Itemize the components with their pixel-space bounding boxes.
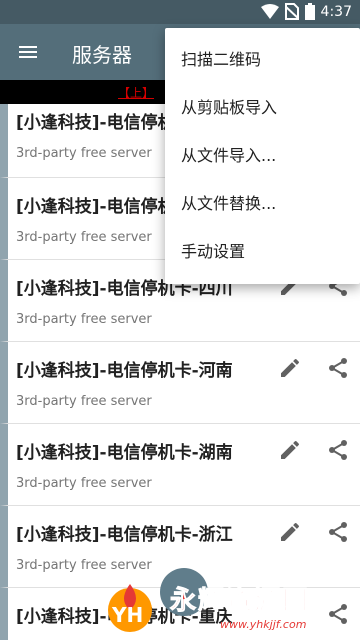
server-subtitle: 3rd-party free server: [16, 558, 152, 573]
page-title: 服务器: [72, 43, 132, 67]
no-sim-icon: [284, 3, 299, 20]
watermark-url: www.yhkjjf.com: [220, 618, 307, 631]
watermark-text: 永辉资源网: [169, 586, 311, 617]
server-subtitle: 3rd-party free server: [16, 394, 152, 409]
menu-item-scan-qr[interactable]: 扫描二维码: [165, 36, 360, 84]
edit-icon[interactable]: [278, 520, 302, 544]
menu-item-replace-file[interactable]: 从文件替换...: [165, 180, 360, 228]
hamburger-menu-icon[interactable]: [16, 40, 40, 64]
server-subtitle: 3rd-party free server: [16, 230, 152, 245]
share-icon[interactable]: [326, 356, 350, 380]
server-subtitle: 3rd-party free server: [16, 312, 152, 327]
notice-text: 【上】: [118, 86, 155, 100]
watermark: YH 永辉资源网 www.yhkjjf.com: [96, 578, 360, 640]
server-name: [小逢科技]-电信停机卡-河南: [16, 361, 233, 381]
watermark-logo-icon: YH: [108, 584, 152, 632]
server-subtitle: 3rd-party free server: [16, 476, 152, 491]
menu-item-import-clipboard[interactable]: 从剪贴板导入: [165, 84, 360, 132]
share-icon[interactable]: [326, 438, 350, 462]
menu-item-manual-setup[interactable]: 手动设置: [165, 228, 360, 276]
status-icons: 4:37: [260, 3, 352, 20]
server-item[interactable]: [小逢科技]-电信停机卡-河南 3rd-party free server: [0, 342, 360, 424]
server-name: [小逢科技]-电信停机卡-浙江: [16, 525, 233, 545]
status-bar: 4:37: [0, 0, 360, 24]
status-time: 4:37: [320, 3, 352, 20]
battery-icon: [304, 3, 315, 20]
menu-item-import-file[interactable]: 从文件导入...: [165, 132, 360, 180]
edit-icon[interactable]: [278, 438, 302, 462]
wifi-icon: [260, 3, 279, 19]
overflow-menu: 扫描二维码 从剪贴板导入 从文件导入... 从文件替换... 手动设置: [165, 28, 360, 284]
server-name: [小逢科技]-电信停机卡-湖南: [16, 443, 233, 463]
server-item[interactable]: [小逢科技]-电信停机卡-湖南 3rd-party free server: [0, 424, 360, 506]
edit-icon[interactable]: [278, 356, 302, 380]
share-icon[interactable]: [326, 520, 350, 544]
svg-text:YH: YH: [111, 603, 143, 627]
server-subtitle: 3rd-party free server: [16, 146, 152, 161]
